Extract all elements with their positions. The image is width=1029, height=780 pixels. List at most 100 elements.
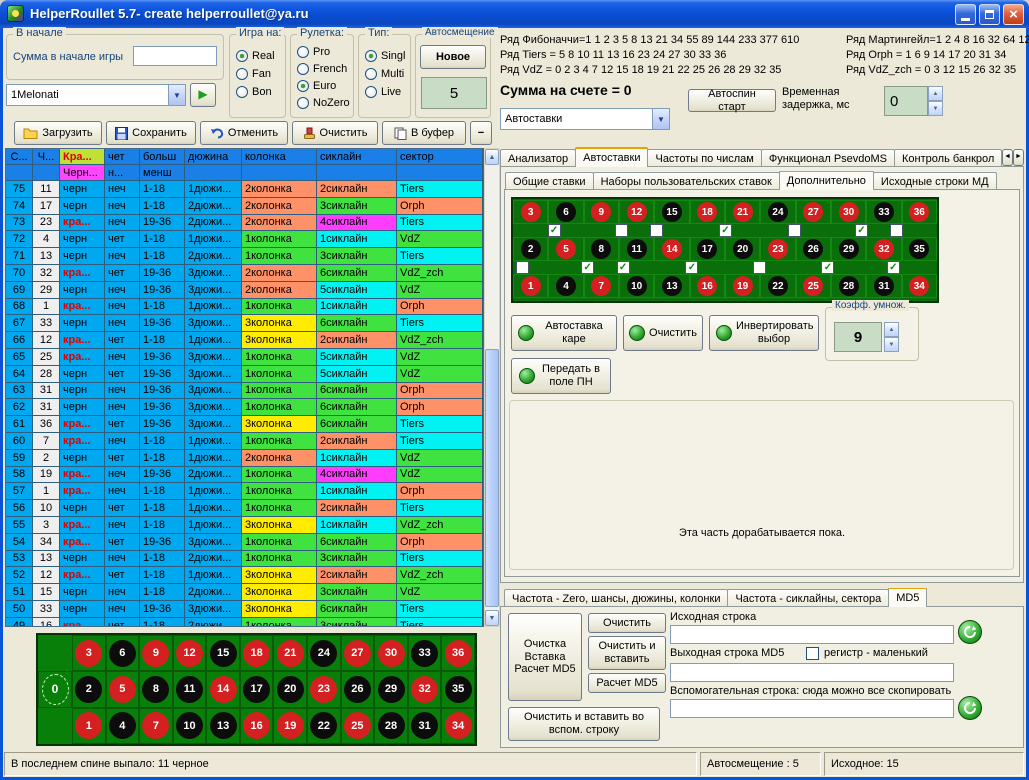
board-cell[interactable]: 29 [374, 671, 408, 707]
table-row[interactable]: 724чернчет1-181дюжи...1колонка1сиклайнVd… [6, 231, 483, 248]
collapse-button[interactable]: − [470, 121, 492, 145]
board-cell[interactable]: 32 [408, 671, 442, 707]
tab-freq-sixlines-sectors[interactable]: Частота - сиклайны, сектора [727, 589, 889, 607]
bet-board-cell[interactable]: 34 [902, 274, 937, 298]
table-row[interactable]: 6428чернчет19-363дюжи...1колонка5сиклайн… [6, 366, 483, 383]
table-row[interactable]: 592чернчет1-181дюжи...2колонка1сиклайнVd… [6, 450, 483, 467]
radio-game-real[interactable]: Real [236, 49, 275, 63]
undo-button[interactable]: Отменить [200, 121, 288, 145]
table-row[interactable]: 571кра...неч1-181дюжи...1колонка1сиклайн… [6, 483, 483, 500]
corner-bet-checkbox[interactable] [516, 261, 529, 274]
table-row[interactable]: 607кра...неч1-181дюжи...1колонка2сиклайн… [6, 433, 483, 450]
bet-board-cell[interactable]: 35 [902, 237, 937, 261]
bet-board-cell[interactable]: 28 [831, 274, 866, 298]
radio-type-live[interactable]: Live [365, 85, 401, 99]
play-button[interactable]: ▶ [190, 83, 216, 107]
bet-board-cell[interactable]: 31 [866, 274, 901, 298]
corner-bet-checkbox[interactable]: ✓ [581, 261, 594, 274]
table-row[interactable]: 7511черннеч1-181дюжи...2колонка2сиклайнT… [6, 181, 483, 198]
table-row[interactable]: 5610чернчет1-181дюжи...1колонка2сиклайнT… [6, 500, 483, 517]
tab-scroll-left-icon[interactable]: ◄ [1002, 149, 1013, 166]
bet-board-cell[interactable]: 25 [796, 274, 831, 298]
invert-selection-button[interactable]: Инвертировать выбор [709, 315, 819, 351]
autobets-combo[interactable]: Автоставки ▼ [500, 108, 670, 130]
spin-up-icon[interactable]: ▲ [928, 86, 943, 101]
corner-bet-checkbox[interactable]: ✓ [887, 261, 900, 274]
md5-clear-paste-button[interactable]: Очистить и вставить [588, 636, 666, 670]
board-cell[interactable]: 7 [139, 708, 173, 744]
table-row[interactable]: 5313черннеч1-182дюжи...1колонка3сиклайнT… [6, 551, 483, 568]
subtab-additional[interactable]: Дополнительно [779, 171, 874, 190]
tab-freq-zero-chances-dozens-columns[interactable]: Частота - Zero, шансы, дюжины, колонки [504, 589, 728, 607]
board-cell[interactable]: 8 [139, 671, 173, 707]
table-row[interactable]: 5819кра...неч19-362дюжи...1колонка4сикла… [6, 467, 483, 484]
board-cell[interactable]: 30 [374, 635, 408, 671]
subtab-md-source-strings[interactable]: Исходные строки МД [873, 172, 997, 190]
board-cell[interactable]: 35 [441, 671, 475, 707]
chevron-down-icon[interactable]: ▼ [652, 109, 669, 129]
board-cell[interactable]: 6 [106, 635, 140, 671]
board-cell[interactable]: 23 [307, 671, 341, 707]
new-button[interactable]: Новое [420, 45, 486, 69]
board-cell[interactable]: 11 [173, 671, 207, 707]
corner-bet-checkbox[interactable]: ✓ [855, 224, 868, 237]
board-cell[interactable]: 21 [273, 635, 307, 671]
corner-bet-checkbox[interactable] [890, 224, 903, 237]
table-row[interactable]: 681кра...неч1-181дюжи...1колонка1сиклайн… [6, 299, 483, 316]
tab-md5[interactable]: MD5 [888, 588, 927, 607]
bet-board-cell[interactable]: 6 [548, 200, 583, 224]
table-row[interactable]: 6929черннеч19-363дюжи...2колонка5сиклайн… [6, 282, 483, 299]
bet-board-cell[interactable]: 29 [831, 237, 866, 261]
tab-scroll-right-icon[interactable]: ► [1013, 149, 1024, 166]
aux-string-input[interactable] [670, 699, 954, 718]
board-cell[interactable]: 19 [273, 708, 307, 744]
board-cell[interactable]: 22 [307, 708, 341, 744]
start-sum-input[interactable] [133, 46, 217, 66]
table-row[interactable]: 6231черннеч19-363дюжи...1колонка6сиклайн… [6, 399, 483, 416]
paste-aux-button[interactable] [958, 696, 982, 720]
subtab-common-bets[interactable]: Общие ставки [505, 172, 594, 190]
table-row[interactable]: 5115черннеч1-182дюжи...3колонка3сиклайнV… [6, 584, 483, 601]
corner-bet-checkbox[interactable]: ✓ [548, 224, 561, 237]
bet-board-cell[interactable]: 2 [513, 237, 548, 261]
bet-board-cell[interactable]: 22 [760, 274, 795, 298]
table-row[interactable]: 5434кра...чет19-363дюжи...1колонка6сикла… [6, 534, 483, 551]
spin-up-icon[interactable]: ▲ [884, 322, 899, 337]
bet-board-cell[interactable]: 20 [725, 237, 760, 261]
board-cell[interactable]: 14 [206, 671, 240, 707]
clear-button[interactable]: Очистить [292, 121, 378, 145]
bet-board-cell[interactable]: 19 [725, 274, 760, 298]
board-cell[interactable]: 4 [106, 708, 140, 744]
source-string-input[interactable] [670, 625, 954, 644]
md5-big-button[interactable]: Очистка Вставка Расчет MD5 [508, 613, 582, 701]
bet-board-cell[interactable]: 21 [725, 200, 760, 224]
md5-clear-paste-aux-button[interactable]: Очистить и вставить во вспом. строку [508, 707, 660, 741]
board-cell[interactable]: 3 [72, 635, 106, 671]
clear-selection-button[interactable]: Очистить [623, 315, 703, 351]
radio-wheel-nozero[interactable]: NoZero [297, 96, 350, 110]
radio-type-singl[interactable]: Singl [365, 49, 405, 63]
board-cell[interactable]: 36 [441, 635, 475, 671]
board-cell[interactable]: 10 [173, 708, 207, 744]
table-row[interactable]: 7113черннеч1-182дюжи...1колонка3сиклайнT… [6, 248, 483, 265]
table-row[interactable]: 6136кра...чет19-363дюжи...3колонка6сикла… [6, 416, 483, 433]
board-cell[interactable]: 34 [441, 708, 475, 744]
bet-board-cell[interactable]: 32 [866, 237, 901, 261]
board-cell[interactable]: 20 [273, 671, 307, 707]
board-cell[interactable]: 2 [72, 671, 106, 707]
radio-type-multi[interactable]: Multi [365, 67, 404, 81]
bet-board-cell[interactable]: 36 [902, 200, 937, 224]
table-row[interactable]: 5033черннеч19-363дюжи...3колонка6сиклайн… [6, 601, 483, 618]
auto-corner-bet-button[interactable]: Автоставка каре [511, 315, 617, 351]
md5-clear-button[interactable]: Очистить [588, 613, 666, 633]
tab-analyzer[interactable]: Анализатор [500, 149, 576, 167]
bet-board-cell[interactable]: 11 [619, 237, 654, 261]
scroll-down-icon[interactable]: ▼ [485, 610, 499, 626]
lowercase-checkbox[interactable] [806, 647, 819, 660]
close-button[interactable]: × [1003, 4, 1024, 25]
board-cell[interactable]: 1 [72, 708, 106, 744]
tab-autobets[interactable]: Автоставки [575, 147, 648, 167]
tab-bankroll-control[interactable]: Контроль банкрол [894, 149, 1002, 167]
bet-board-cell[interactable]: 33 [866, 200, 901, 224]
board-cell[interactable]: 5 [106, 671, 140, 707]
